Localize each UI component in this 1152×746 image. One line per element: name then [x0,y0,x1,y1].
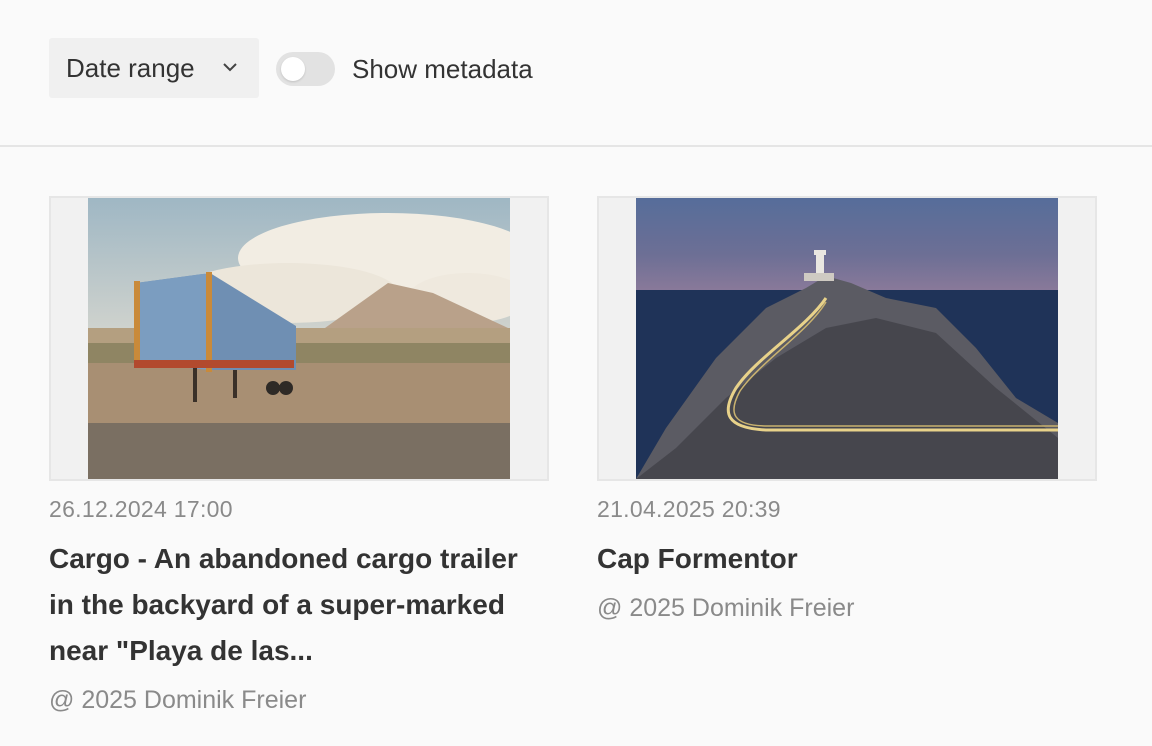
date-range-label: Date range [66,52,195,83]
photo-date: 21.04.2025 20:39 [597,496,781,522]
photo-credit: @ 2025 Dominik Freier [597,594,855,622]
photo-date: 26.12.2024 17:00 [49,496,233,522]
photo-card: 26.12.2024 17:00 Cargo - An abandoned ca… [49,196,549,714]
cap-formentor-photo [636,198,1058,479]
photo-thumbnail[interactable] [49,196,549,481]
photo-title[interactable]: Cargo - An abandoned cargo trailer in th… [49,536,549,674]
photo-credit: @ 2025 Dominik Freier [49,686,307,714]
date-range-dropdown[interactable]: Date range [49,38,259,98]
photo-card: 21.04.2025 20:39 Cap Formentor @ 2025 Do… [597,196,1097,622]
toggle-knob [281,57,305,81]
chevron-down-icon [223,63,237,72]
show-metadata-toggle[interactable] [276,52,335,86]
cargo-trailer-photo [88,198,510,479]
photo-title[interactable]: Cap Formentor [597,536,1097,582]
photo-thumbnail[interactable] [597,196,1097,481]
show-metadata-label: Show metadata [352,54,533,84]
filter-toolbar: Date range Show metadata [0,0,1152,147]
